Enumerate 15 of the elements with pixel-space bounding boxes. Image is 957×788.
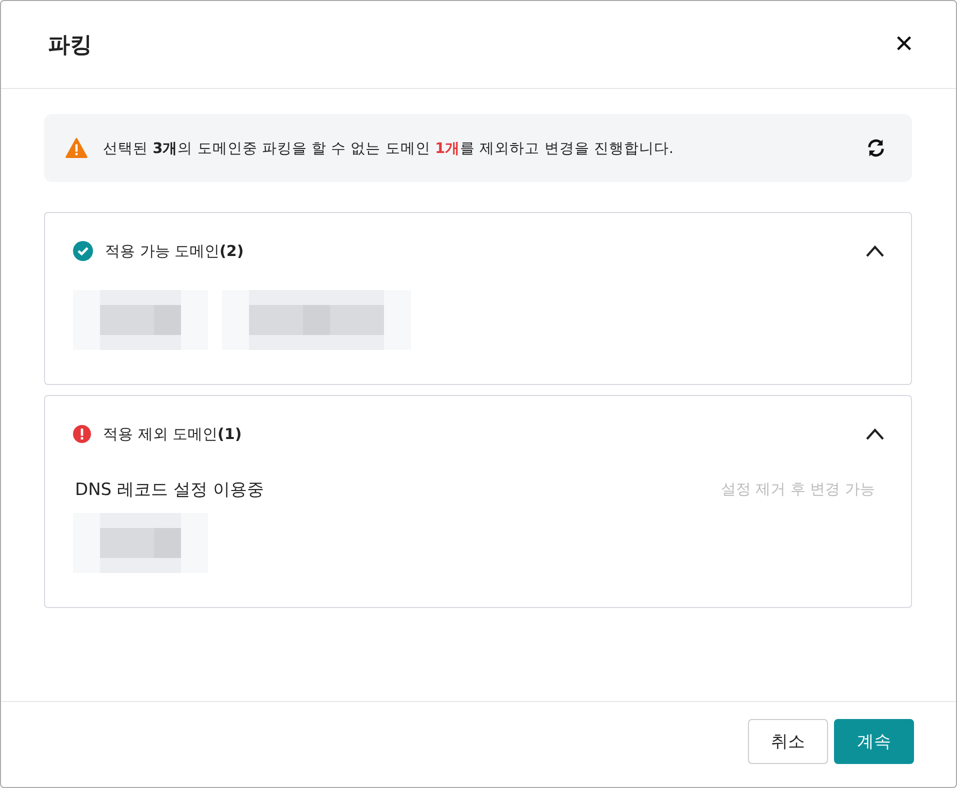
close-button[interactable]: ✕ (894, 30, 914, 59)
chevron-up-icon[interactable] (865, 245, 885, 257)
reason-label: DNS 레코드 설정 이용중 (75, 479, 264, 501)
warning-icon (65, 138, 88, 158)
chevron-up-icon[interactable] (865, 428, 885, 440)
continue-button[interactable]: 계속 (834, 719, 914, 764)
refresh-icon[interactable] (866, 138, 886, 158)
dialog-title: 파킹 (48, 32, 92, 60)
section-title: 적용 제외 도메인(1) (103, 424, 243, 444)
alert-message: 선택된 3개의 도메인중 파킹을 할 수 없는 도메인 1개 를 제외하고 변경을 진행합니다. (103, 140, 674, 158)
cancel-button[interactable]: 취소 (748, 719, 828, 764)
error-icon (73, 425, 91, 443)
section-title: 적용 가능 도메인(2) (105, 242, 245, 260)
hint-text: 설정 제거 후 변경 가능 (720, 480, 875, 499)
check-circle-icon (73, 241, 93, 261)
